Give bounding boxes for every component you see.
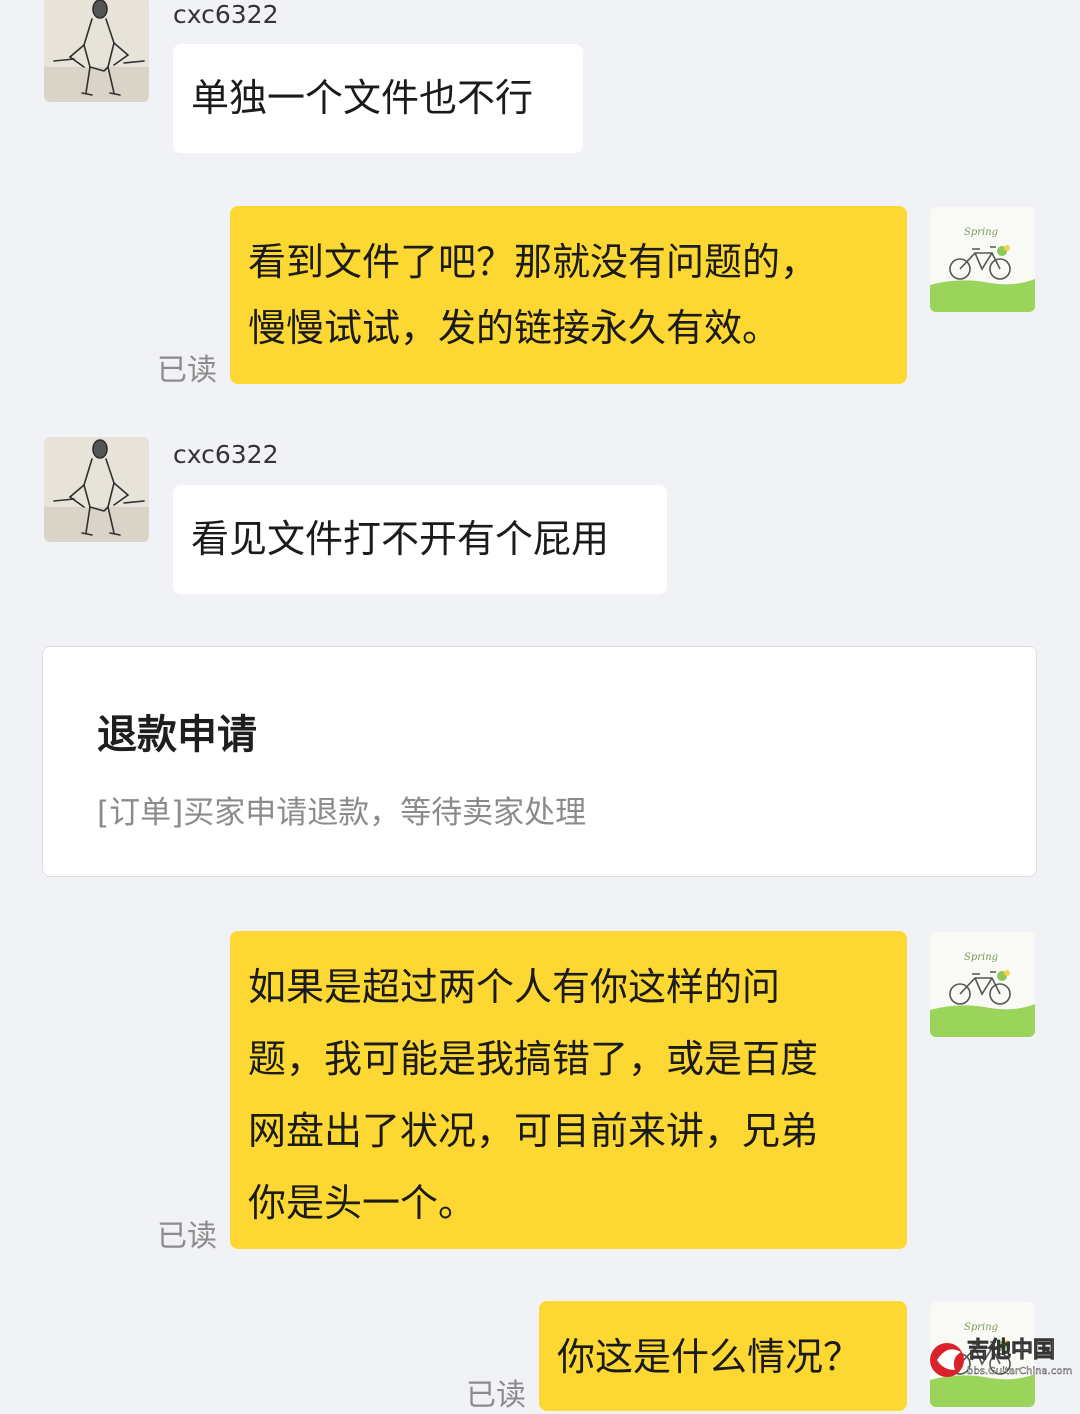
user-avatar[interactable] (44, 437, 149, 542)
sketch-man-icon (44, 437, 149, 542)
message-line: 看到文件了吧？那就没有问题的， (248, 240, 819, 284)
message-text: 看见文件打不开有个屁用 (191, 517, 610, 561)
message-line: 网盘出了状况，可目前来讲，兄弟 (248, 1109, 819, 1153)
message-line: 题，我可能是我搞错了，或是百度 (248, 1037, 819, 1081)
read-status: 已读 (466, 1378, 526, 1413)
message-bubble[interactable]: 你这是什么情况？ (539, 1301, 907, 1411)
sketch-man-icon (44, 0, 149, 102)
message-text: 单独一个文件也不行 (191, 76, 534, 120)
card-description: [订单]买家申请退款，等待卖家处理 (97, 795, 587, 831)
sender-name: cxc6322 (173, 440, 279, 469)
svg-text:吉他中国: 吉他中国 (967, 1337, 1055, 1363)
watermark-logo: 吉他中国 bbs.GuitarChina.com (925, 1330, 1080, 1383)
message-line: 你这是什么情况？ (557, 1335, 862, 1379)
message-bubble[interactable]: 看见文件打不开有个屁用 (173, 485, 667, 594)
guitarchina-logo-icon: 吉他中国 bbs.GuitarChina.com (930, 1337, 1072, 1377)
bicycle-icon (930, 932, 1035, 1037)
bicycle-icon (930, 207, 1035, 312)
message-bubble[interactable]: 看到文件了吧？那就没有问题的， 慢慢试试，发的链接永久有效。 (230, 206, 907, 384)
message-line: 如果是超过两个人有你这样的问 (248, 965, 781, 1009)
message-bubble[interactable]: 如果是超过两个人有你这样的问 题，我可能是我搞错了，或是百度 网盘出了状况，可目… (230, 931, 907, 1249)
self-avatar[interactable] (930, 932, 1035, 1037)
sender-name: cxc6322 (173, 0, 279, 29)
message-bubble[interactable]: 单独一个文件也不行 (173, 44, 583, 153)
user-avatar[interactable] (44, 0, 149, 102)
read-status: 已读 (157, 353, 217, 388)
message-line: 慢慢试试，发的链接永久有效。 (248, 306, 781, 350)
read-status: 已读 (157, 1219, 217, 1254)
svg-text:bbs.GuitarChina.com: bbs.GuitarChina.com (967, 1366, 1072, 1377)
refund-request-card[interactable]: 退款申请 [订单]买家申请退款，等待卖家处理 (42, 646, 1037, 877)
card-title: 退款申请 (97, 712, 257, 758)
message-line: 你是头一个。 (248, 1181, 477, 1225)
self-avatar[interactable] (930, 207, 1035, 312)
